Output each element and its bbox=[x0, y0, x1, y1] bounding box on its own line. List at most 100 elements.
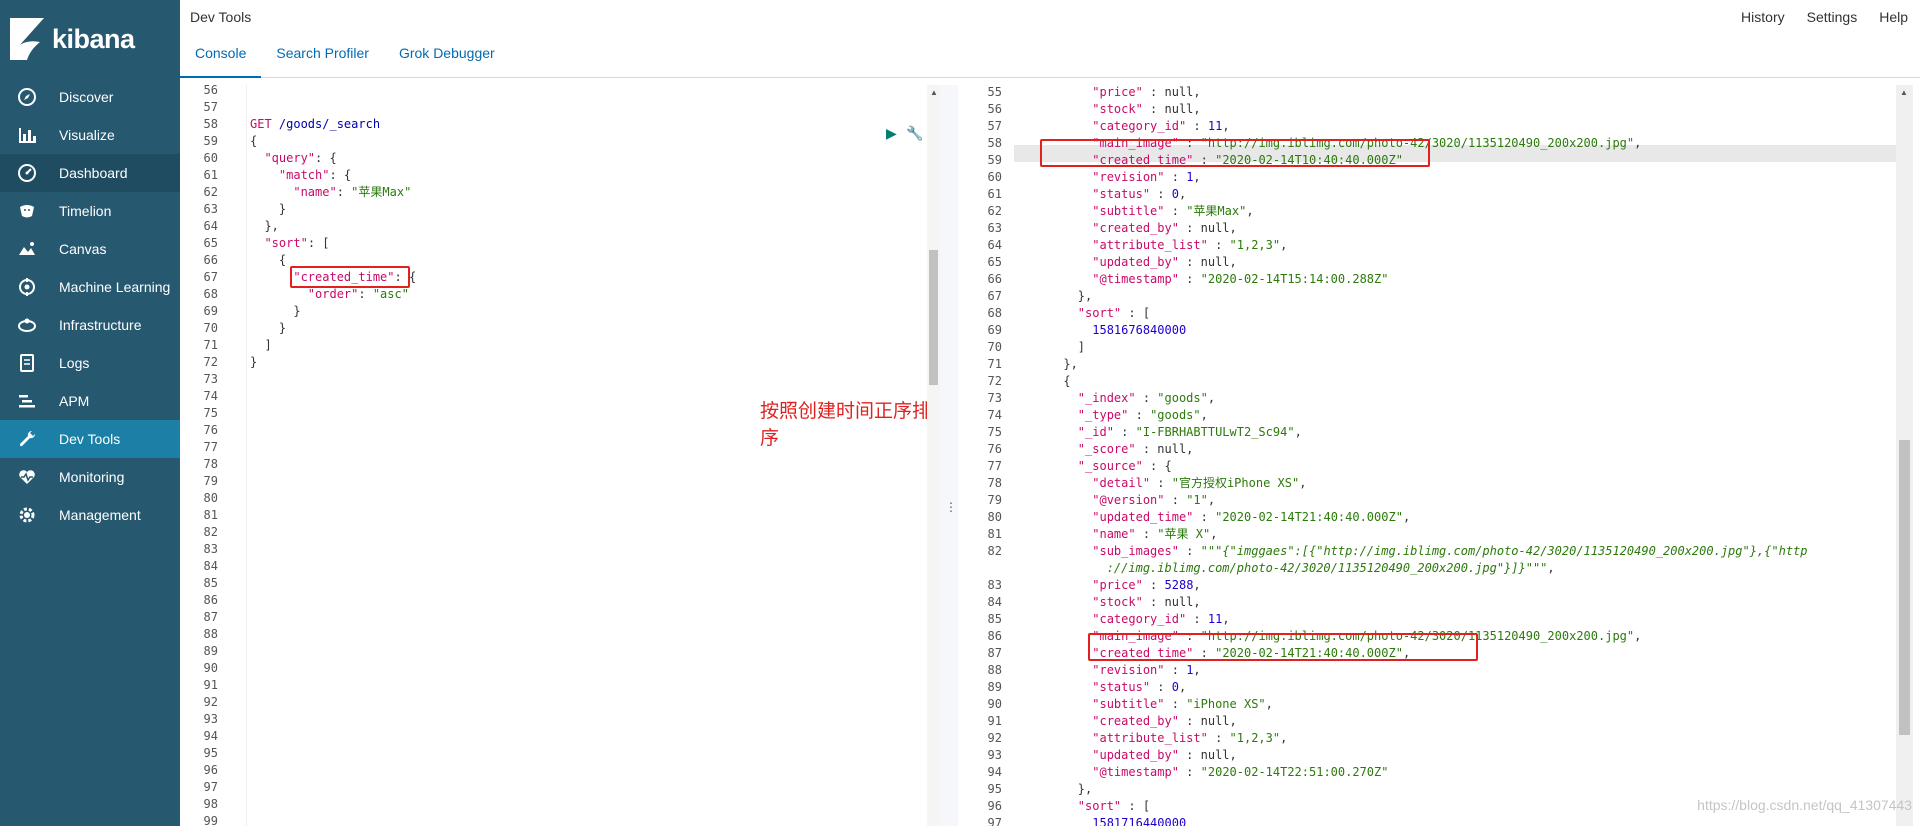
code-line: "_index" : "goods", bbox=[1077, 391, 1216, 405]
tab-search-profiler[interactable]: Search Profiler bbox=[261, 38, 384, 78]
line-number: 79 bbox=[987, 493, 1002, 507]
dashboard-icon bbox=[16, 163, 38, 183]
line-number: 56 bbox=[987, 102, 1002, 116]
code-line: "category_id" : 11, bbox=[1092, 119, 1230, 133]
code-line: "updated_time" : "2020-02-14T21:40:40.00… bbox=[1092, 510, 1411, 524]
line-number: 60 bbox=[987, 170, 1002, 184]
code-line: "category_id" : 11, bbox=[1092, 612, 1230, 626]
code-line: "subtitle" : "苹果Max", bbox=[1092, 204, 1254, 218]
tab-bar: Console Search Profiler Grok Debugger bbox=[180, 38, 510, 78]
code-line: } bbox=[250, 321, 287, 335]
line-number: 65 bbox=[987, 255, 1002, 269]
sidebar-item-label: Infrastructure bbox=[59, 317, 142, 333]
output-scroll-thumb[interactable] bbox=[1899, 440, 1910, 735]
pane-resizer[interactable]: ⋮ bbox=[940, 85, 958, 826]
tab-console[interactable]: Console bbox=[180, 38, 262, 78]
code-line: { bbox=[250, 253, 287, 267]
editor-scroll-thumb[interactable] bbox=[929, 250, 938, 385]
line-number: 58 bbox=[987, 136, 1002, 150]
heartbeat-icon bbox=[16, 467, 38, 487]
sidebar-item-logs[interactable]: Logs bbox=[0, 344, 180, 382]
sidebar-item-label: Dashboard bbox=[59, 165, 128, 181]
created-time-highlight-box bbox=[290, 266, 410, 288]
code-line: "sort" : [ bbox=[1077, 799, 1151, 813]
line-number: 87 bbox=[203, 610, 218, 624]
sidebar-item-dev-tools[interactable]: Dev Tools bbox=[0, 420, 180, 458]
line-number: 95 bbox=[987, 782, 1002, 796]
sidebar-item-timelion[interactable]: Timelion bbox=[0, 192, 180, 230]
response-output[interactable]: 55 "price" : null, 56 "stock" : null, 57 "… bbox=[958, 85, 1920, 826]
sidebar-item-infrastructure[interactable]: Infrastructure bbox=[0, 306, 180, 344]
infrastructure-icon bbox=[16, 315, 38, 335]
tab-grok-debugger[interactable]: Grok Debugger bbox=[384, 38, 510, 78]
code-line: }, bbox=[1020, 289, 1093, 303]
line-number: 96 bbox=[987, 799, 1002, 813]
line-number: 76 bbox=[203, 423, 218, 437]
line-number: 86 bbox=[203, 593, 218, 607]
created-time-highlight-box-1 bbox=[1040, 139, 1430, 167]
sidebar-item-management[interactable]: Management bbox=[0, 496, 180, 534]
line-number: 89 bbox=[987, 680, 1002, 694]
line-number: 77 bbox=[987, 459, 1002, 473]
sidebar-item-canvas[interactable]: Canvas bbox=[0, 230, 180, 268]
kibana-logo[interactable]: kibana bbox=[0, 0, 180, 78]
line-number: 89 bbox=[203, 644, 218, 658]
line-number: 92 bbox=[203, 695, 218, 709]
line-number: 64 bbox=[987, 238, 1002, 252]
sidebar-item-label: Visualize bbox=[59, 127, 115, 143]
line-number: 78 bbox=[987, 476, 1002, 490]
line-number: 57 bbox=[203, 100, 218, 114]
line-number: 75 bbox=[987, 425, 1002, 439]
request-editor[interactable]: 56 57 58 GET /goods/_search 59 {60 "query": {… bbox=[180, 85, 940, 826]
line-number: 90 bbox=[203, 661, 218, 675]
line-number: 66 bbox=[203, 253, 218, 267]
request-settings-wrench-icon[interactable]: 🔧 bbox=[906, 125, 923, 142]
code-line: } bbox=[250, 202, 287, 216]
line-number: 90 bbox=[987, 697, 1002, 711]
line-number: 97 bbox=[203, 780, 218, 794]
sidebar-item-discover[interactable]: Discover bbox=[0, 78, 180, 116]
code-line: "@timestamp" : "2020-02-14T15:14:00.288Z… bbox=[1092, 272, 1389, 286]
code-line: "name": "苹果Max" bbox=[293, 185, 412, 199]
output-scroll-up-icon[interactable]: ▲ bbox=[1900, 88, 1908, 97]
editor-scroll-up-icon[interactable]: ▲ bbox=[930, 88, 938, 97]
line-number: 85 bbox=[987, 612, 1002, 626]
line-number: 96 bbox=[203, 763, 218, 777]
code-line: "@version" : "1", bbox=[1092, 493, 1216, 507]
sidebar-item-machine-learning[interactable]: Machine Learning bbox=[0, 268, 180, 306]
code-line: "price" : 5288, bbox=[1092, 578, 1201, 592]
sidebar-item-label: Timelion bbox=[59, 203, 112, 219]
help-link[interactable]: Help bbox=[1879, 9, 1908, 25]
sidebar-item-visualize[interactable]: Visualize bbox=[0, 116, 180, 154]
line-number: 82 bbox=[987, 544, 1002, 558]
settings-link[interactable]: Settings bbox=[1807, 9, 1858, 25]
editor-scrollbar[interactable] bbox=[927, 85, 940, 826]
code-line: "price" : null, bbox=[1092, 85, 1201, 99]
line-number: 77 bbox=[203, 440, 218, 454]
sidebar-item-dashboard[interactable]: Dashboard bbox=[0, 154, 180, 192]
code-line: "created_by" : null, bbox=[1092, 221, 1237, 235]
run-request-icon[interactable]: ▶ bbox=[886, 125, 897, 142]
code-line: "_type" : "goods", bbox=[1077, 408, 1208, 422]
sidebar-item-label: Machine Learning bbox=[59, 279, 171, 295]
sidebar-item-monitoring[interactable]: Monitoring bbox=[0, 458, 180, 496]
sidebar-item-apm[interactable]: APM bbox=[0, 382, 180, 420]
line-number: 59 bbox=[203, 134, 218, 148]
line-number: 55 bbox=[987, 85, 1002, 99]
code-line: } bbox=[250, 355, 258, 369]
code-line: "sort" : [ bbox=[1077, 306, 1151, 320]
line-number: 69 bbox=[203, 304, 218, 318]
machine-learning-icon bbox=[16, 277, 38, 297]
line-number: 63 bbox=[203, 202, 218, 216]
code-line: "stock" : null, bbox=[1092, 102, 1201, 116]
sidebar-item-label: Monitoring bbox=[59, 469, 125, 485]
history-link[interactable]: History bbox=[1741, 9, 1785, 25]
sidebar: kibana Discover Visualize Dashboard Timelio… bbox=[0, 0, 180, 826]
code-line: "revision" : 1, bbox=[1092, 663, 1201, 677]
resizer-handle-icon[interactable]: ⋮ bbox=[945, 500, 957, 514]
line-number: 65 bbox=[203, 236, 218, 250]
code-line: "updated_by" : null, bbox=[1092, 748, 1237, 762]
code-line: 1581676840000 bbox=[1092, 323, 1187, 337]
sidebar-item-label: Management bbox=[59, 507, 141, 523]
code-line: ] bbox=[1020, 340, 1086, 354]
